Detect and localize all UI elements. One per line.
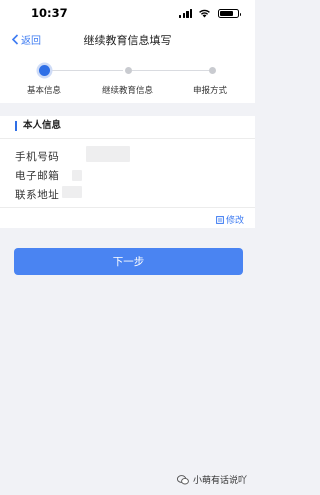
wifi-icon <box>199 9 210 18</box>
email-label: 电子邮箱 <box>15 170 60 182</box>
step-label-declaration: 申报方式 <box>193 86 228 96</box>
nav-bar: 返回 继续教育信息填写 <box>0 26 255 52</box>
step-connector <box>132 70 209 71</box>
email-value <box>72 170 82 181</box>
edit-label: 修改 <box>225 216 244 226</box>
battery-icon <box>218 9 241 18</box>
page-title: 继续教育信息填写 <box>83 34 172 47</box>
status-time: 10:37 <box>31 6 68 20</box>
address-value <box>62 186 82 198</box>
phone-label: 手机号码 <box>15 151 60 163</box>
divider <box>0 138 255 139</box>
watermark: 小萌有话说吖 <box>176 473 247 486</box>
watermark-text: 小萌有话说吖 <box>192 476 247 486</box>
address-label: 联系地址 <box>15 189 60 201</box>
status-bar: 10:37 <box>0 0 255 26</box>
status-icons <box>169 8 241 18</box>
step-dot-education-info <box>125 67 132 74</box>
wechat-icon <box>176 474 189 484</box>
step-connector <box>50 70 123 71</box>
edit-icon <box>216 215 224 224</box>
step-dot-declaration <box>209 67 216 74</box>
divider <box>0 207 255 208</box>
edit-button[interactable]: 修改 <box>216 213 244 226</box>
step-label-education-info: 继续教育信息 <box>102 86 154 96</box>
next-step-button[interactable]: 下一步 <box>14 248 243 275</box>
step-label-basic-info: 基本信息 <box>27 86 62 96</box>
phone-value <box>86 146 130 162</box>
step-dot-basic-info <box>39 65 50 76</box>
progress-steps: 基本信息 继续教育信息 申报方式 <box>0 52 255 103</box>
signal-icon <box>179 9 193 18</box>
personal-info-card: 本人信息 手机号码 电子邮箱 联系地址 修改 <box>0 116 255 228</box>
section-title: 本人信息 <box>15 121 61 131</box>
